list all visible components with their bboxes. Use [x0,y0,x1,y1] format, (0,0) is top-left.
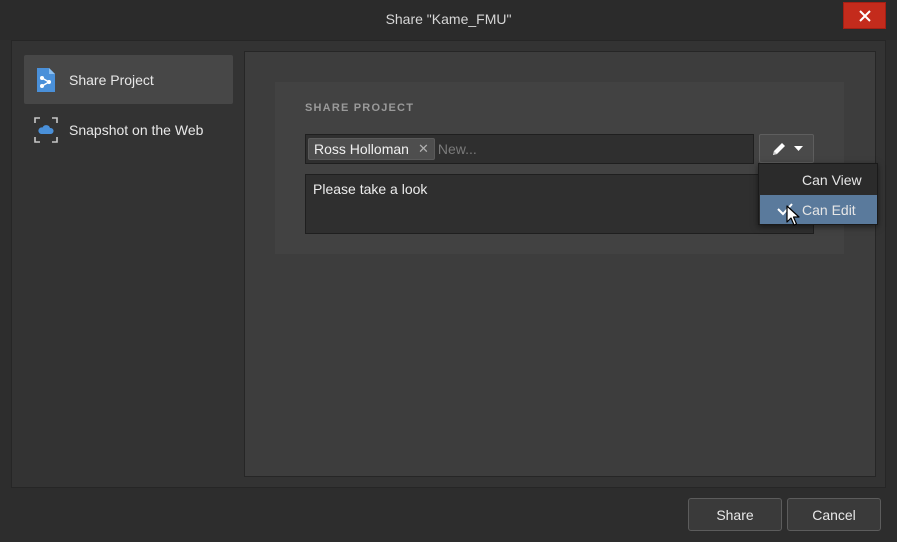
recipients-field[interactable]: Ross Holloman ✕ [305,134,754,164]
recipient-chip: Ross Holloman ✕ [308,138,435,160]
recipient-chip-label: Ross Holloman [314,141,409,157]
close-icon [858,9,871,22]
menu-item-can-view[interactable]: Can View [760,165,877,194]
main-content-panel: SHARE PROJECT Ross Holloman ✕ Please tak… [244,51,876,477]
share-button[interactable]: Share [688,498,782,531]
sidebar-item-label: Snapshot on the Web [69,121,204,138]
chevron-down-icon [793,145,803,151]
title-bar: Share "Kame_FMU" [0,0,897,40]
new-recipient-input[interactable] [437,141,738,157]
section-title: SHARE PROJECT [305,102,415,114]
cancel-button[interactable]: Cancel [787,498,881,531]
message-textarea[interactable]: Please take a look [305,174,814,234]
menu-item-label: Can View [802,171,862,188]
close-button[interactable] [843,2,886,29]
menu-item-can-edit[interactable]: Can Edit [760,195,877,224]
sidebar-item-snapshot-web[interactable]: Snapshot on the Web [24,105,233,154]
sidebar-item-label: Share Project [69,71,154,88]
sidebar-item-share-project[interactable]: Share Project [24,55,233,104]
share-dialog: Share Project Snapshot on the Web SHARE … [11,40,886,488]
permissions-menu: Can View Can Edit [758,163,878,225]
window-title: Share "Kame_FMU" [385,11,512,27]
mouse-pointer-icon [786,205,800,226]
share-project-icon [34,67,58,93]
chip-remove-icon[interactable]: ✕ [418,141,429,157]
permission-dropdown-button[interactable] [759,134,814,163]
pencil-icon [772,142,785,155]
menu-item-label: Can Edit [802,201,856,218]
cloud-snapshot-icon [34,116,58,143]
